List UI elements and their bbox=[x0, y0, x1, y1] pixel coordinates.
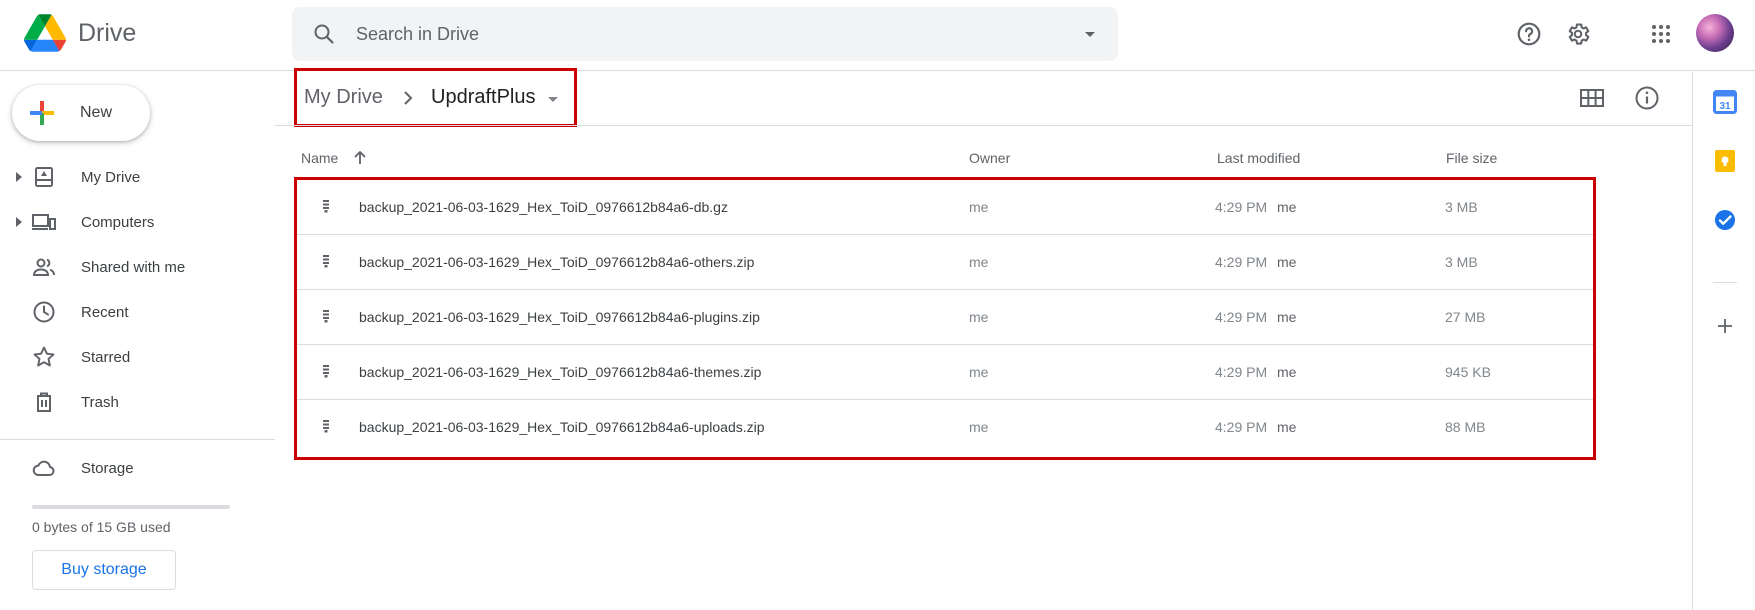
gear-icon bbox=[1568, 23, 1590, 45]
file-row[interactable]: backup_2021-06-03-1629_Hex_ToiD_0976612b… bbox=[297, 400, 1593, 455]
file-size: 88 MB bbox=[1445, 419, 1486, 435]
file-modified-time: 4:29 PM bbox=[1215, 309, 1268, 325]
file-owner: me bbox=[969, 364, 989, 380]
sidebar-item-storage[interactable]: Storage bbox=[0, 448, 275, 488]
file-modified-time: 4:29 PM bbox=[1215, 199, 1268, 215]
archive-file-icon bbox=[323, 420, 329, 433]
file-modified-by: me bbox=[1277, 364, 1297, 380]
archive-file-icon bbox=[323, 200, 329, 213]
chevron-right-icon bbox=[404, 91, 413, 105]
grid-view-icon[interactable] bbox=[1578, 84, 1606, 112]
apps-grid-icon bbox=[1652, 25, 1670, 43]
file-name: backup_2021-06-03-1629_Hex_ToiD_0976612b… bbox=[359, 199, 728, 215]
computers-icon bbox=[32, 214, 56, 230]
calendar-icon[interactable]: 31 bbox=[1713, 90, 1737, 114]
sidebar-item-label: Computers bbox=[81, 214, 155, 231]
storage-usage-text: 0 bytes of 15 GB used bbox=[32, 519, 171, 535]
calendar-day-text: 31 bbox=[1719, 101, 1731, 112]
column-header-last-modified[interactable]: Last modified bbox=[1217, 150, 1300, 166]
file-name: backup_2021-06-03-1629_Hex_ToiD_0976612b… bbox=[359, 254, 755, 270]
file-modified-by: me bbox=[1277, 199, 1297, 215]
shared-icon bbox=[32, 258, 55, 276]
archive-file-icon bbox=[323, 310, 329, 323]
buy-storage-button[interactable]: Buy storage bbox=[32, 550, 176, 590]
file-name: backup_2021-06-03-1629_Hex_ToiD_0976612b… bbox=[359, 419, 765, 435]
my-drive-icon bbox=[35, 167, 53, 187]
file-modified-by: me bbox=[1277, 419, 1297, 435]
sidebar-item-label: My Drive bbox=[81, 169, 141, 186]
help-icon bbox=[1517, 22, 1541, 46]
sort-ascending-icon[interactable] bbox=[350, 148, 370, 168]
search-input[interactable] bbox=[356, 19, 1036, 49]
archive-file-icon bbox=[323, 255, 329, 268]
file-size: 3 MB bbox=[1445, 254, 1478, 270]
file-row[interactable]: backup_2021-06-03-1629_Hex_ToiD_0976612b… bbox=[297, 235, 1593, 290]
drive-logo-icon[interactable] bbox=[24, 14, 66, 52]
keep-icon[interactable] bbox=[1713, 149, 1737, 173]
expand-arrow-icon[interactable] bbox=[14, 170, 24, 184]
sidebar-divider bbox=[0, 439, 275, 440]
sidebar-item-label: Trash bbox=[81, 394, 119, 411]
sidebar-item-label: Shared with me bbox=[81, 259, 186, 276]
file-modified-by: me bbox=[1277, 309, 1297, 325]
file-owner: me bbox=[969, 199, 989, 215]
clock-icon bbox=[33, 301, 55, 323]
file-name: backup_2021-06-03-1629_Hex_ToiD_0976612b… bbox=[359, 364, 762, 380]
file-owner: me bbox=[969, 309, 989, 325]
new-button-label: New bbox=[80, 104, 113, 121]
expand-arrow-icon[interactable] bbox=[14, 215, 24, 229]
add-icon[interactable] bbox=[1713, 314, 1737, 338]
side-panel-divider bbox=[1713, 282, 1737, 283]
sidebar-item-trash[interactable]: Trash bbox=[0, 382, 275, 422]
app-name[interactable]: Drive bbox=[78, 19, 136, 48]
sidebar-item-recent[interactable]: Recent bbox=[0, 292, 275, 332]
storage-label: Storage bbox=[81, 460, 134, 477]
tasks-icon[interactable] bbox=[1713, 208, 1737, 232]
sidebar-item-label: Recent bbox=[81, 304, 129, 321]
column-header-file-size[interactable]: File size bbox=[1446, 150, 1497, 166]
column-header-name[interactable]: Name bbox=[301, 150, 338, 166]
file-modified-by: me bbox=[1277, 254, 1297, 270]
breadcrumb-my-drive[interactable]: My Drive bbox=[304, 86, 383, 109]
file-modified-time: 4:29 PM bbox=[1215, 254, 1268, 270]
search-bar[interactable] bbox=[292, 7, 1118, 61]
sidebar-item-starred[interactable]: Starred bbox=[0, 337, 275, 377]
file-owner: me bbox=[969, 254, 989, 270]
sidebar-item-label: Starred bbox=[81, 349, 131, 366]
column-header-owner: Owner bbox=[969, 150, 1011, 166]
info-icon[interactable] bbox=[1633, 84, 1661, 112]
side-panel: 31 bbox=[1692, 72, 1755, 610]
file-size: 3 MB bbox=[1445, 199, 1478, 215]
search-options-icon[interactable] bbox=[1078, 22, 1102, 46]
account-avatar[interactable] bbox=[1696, 14, 1734, 52]
file-modified-time: 4:29 PM bbox=[1215, 419, 1268, 435]
archive-file-icon bbox=[323, 365, 329, 378]
google-apps-button[interactable] bbox=[1644, 17, 1678, 51]
main-divider bbox=[275, 125, 1693, 126]
file-row[interactable]: backup_2021-06-03-1629_Hex_ToiD_0976612b… bbox=[297, 345, 1593, 400]
breadcrumb-current-folder[interactable]: UpdraftPlus bbox=[431, 86, 536, 109]
new-button[interactable]: New bbox=[12, 85, 150, 141]
file-modified-time: 4:29 PM bbox=[1215, 364, 1268, 380]
trash-icon bbox=[37, 392, 51, 412]
folder-menu-caret-icon[interactable] bbox=[544, 90, 562, 108]
search-icon[interactable] bbox=[312, 22, 336, 46]
file-name: backup_2021-06-03-1629_Hex_ToiD_0976612b… bbox=[359, 309, 760, 325]
sidebar: New My Drive Computers Shared with me Re… bbox=[0, 72, 275, 610]
sidebar-item-computers[interactable]: Computers bbox=[0, 202, 275, 242]
plus-icon bbox=[30, 101, 54, 125]
storage-usage-bar bbox=[32, 505, 230, 509]
file-size: 27 MB bbox=[1445, 309, 1486, 325]
top-header: Drive bbox=[0, 0, 1755, 71]
file-row[interactable]: backup_2021-06-03-1629_Hex_ToiD_0976612b… bbox=[297, 180, 1593, 235]
file-owner: me bbox=[969, 419, 989, 435]
sidebar-item-my-drive[interactable]: My Drive bbox=[0, 157, 275, 197]
sidebar-item-shared-with-me[interactable]: Shared with me bbox=[0, 247, 275, 287]
file-size: 945 KB bbox=[1445, 364, 1491, 380]
star-icon bbox=[33, 346, 55, 367]
file-row[interactable]: backup_2021-06-03-1629_Hex_ToiD_0976612b… bbox=[297, 290, 1593, 345]
cloud-icon bbox=[32, 460, 55, 477]
support-button[interactable] bbox=[1512, 17, 1546, 51]
settings-button[interactable] bbox=[1561, 17, 1595, 51]
